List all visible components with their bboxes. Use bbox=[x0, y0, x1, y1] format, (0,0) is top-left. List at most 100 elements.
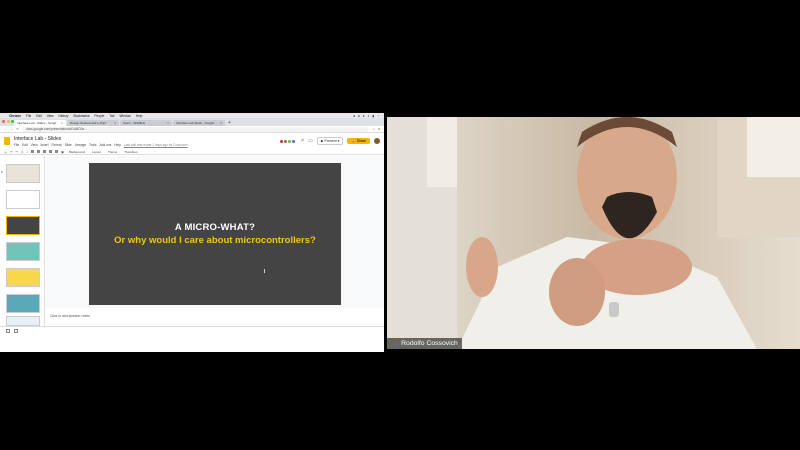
share-label: Share bbox=[356, 139, 366, 143]
menubar-item-people[interactable]: People bbox=[94, 114, 104, 118]
menu-help[interactable]: Help bbox=[114, 143, 121, 147]
url-field[interactable]: docs.google.com/presentation/d/1ABO2e... bbox=[22, 126, 370, 132]
menu-slide[interactable]: Slide bbox=[65, 143, 72, 147]
browser-tab-3[interactable]: Zoom - WiFiBLE × bbox=[120, 120, 172, 126]
google-slides-logo-icon[interactable] bbox=[4, 137, 10, 145]
menubar-item-tab[interactable]: Tab bbox=[109, 114, 114, 118]
new-slide-icon[interactable]: ＋ bbox=[4, 150, 7, 154]
menubar-item-history[interactable]: History bbox=[59, 114, 69, 118]
menu-edit[interactable]: Edit bbox=[22, 143, 28, 147]
slide-thumbnail[interactable] bbox=[6, 164, 40, 183]
print-icon[interactable]: ⎙ bbox=[21, 150, 23, 154]
slide-thumbnail[interactable] bbox=[6, 268, 40, 287]
menu-arrange[interactable]: Arrange bbox=[75, 143, 86, 147]
tab-label: Zoom - WiFiBLE bbox=[123, 121, 146, 125]
slide-thumbnail-selected[interactable] bbox=[6, 216, 40, 235]
slide-thumbnail[interactable] bbox=[6, 316, 40, 326]
slides-header: Interface Lab - Slides File Edit View In… bbox=[0, 133, 384, 149]
menubar-item-window[interactable]: Window bbox=[120, 114, 131, 118]
user-avatar[interactable] bbox=[374, 138, 380, 144]
menu-file[interactable]: File bbox=[14, 143, 19, 147]
close-tab-icon[interactable]: × bbox=[114, 121, 116, 125]
slides-menu: File Edit View Insert Format Slide Arran… bbox=[14, 143, 188, 147]
zoom-icon[interactable]: ⌕ bbox=[26, 150, 28, 154]
menubar-item-file[interactable]: File bbox=[26, 114, 31, 118]
tab-label: Interface Lab - Slides - Googl bbox=[17, 121, 57, 125]
filmstrip-view-icon[interactable] bbox=[14, 328, 18, 333]
browser-tab-slides[interactable]: Interface Lab - Slides - Googl × bbox=[14, 120, 66, 126]
background-button[interactable]: Background bbox=[67, 150, 87, 154]
collaborator-avatars bbox=[278, 138, 296, 144]
menubar-item-bookmarks[interactable]: Bookmarks bbox=[73, 114, 89, 118]
menu-tools[interactable]: Tools bbox=[89, 143, 96, 147]
slide-title[interactable]: A MICRO-WHAT? bbox=[175, 222, 255, 233]
close-tab-icon[interactable]: × bbox=[167, 121, 169, 125]
grid-view-icon[interactable] bbox=[6, 328, 10, 333]
current-slide[interactable]: A MICRO-WHAT? Or why would I care about … bbox=[89, 163, 341, 305]
slide-thumbnail[interactable] bbox=[6, 190, 40, 209]
menu-view[interactable]: View bbox=[31, 143, 38, 147]
minimize-window-icon[interactable] bbox=[6, 120, 10, 123]
layout-button[interactable]: Layout bbox=[90, 150, 103, 154]
browser-tabbar: Interface Lab - Slides - Googl × Design S… bbox=[0, 118, 384, 126]
close-window-icon[interactable] bbox=[2, 120, 5, 123]
speaker-notes-placeholder: Click to add speaker notes bbox=[50, 314, 90, 318]
slides-editor: 8 A MICRO-WHAT? Or why would I care abou… bbox=[0, 156, 384, 352]
present-button[interactable]: ▶ Present ▾ bbox=[316, 137, 344, 145]
new-tab-icon[interactable]: + bbox=[226, 120, 233, 126]
slide-canvas-area: A MICRO-WHAT? Or why would I care about … bbox=[46, 156, 384, 326]
tab-label: Design Student and e-Prjct bbox=[70, 121, 106, 125]
activity-icon[interactable]: ↗ bbox=[300, 138, 304, 144]
participant-video bbox=[387, 117, 800, 349]
url-text: docs.google.com/presentation/d/1ABO2e... bbox=[26, 127, 87, 131]
slide-thumbnail[interactable] bbox=[6, 242, 40, 261]
address-bar: ← → ↻ docs.google.com/presentation/d/1AB… bbox=[0, 126, 384, 133]
window-controls bbox=[2, 120, 14, 123]
select-tool-icon[interactable] bbox=[31, 150, 35, 153]
maximize-window-icon[interactable] bbox=[11, 120, 14, 123]
redo-icon[interactable]: ↷ bbox=[16, 150, 19, 154]
browser-tab-4[interactable]: Interface Lab Week - Google × bbox=[173, 120, 225, 126]
bookmark-star-icon[interactable]: ☆ bbox=[372, 127, 375, 131]
last-edit-link[interactable]: Last edit was made 2 days ago by Cossovi… bbox=[124, 143, 188, 147]
back-icon[interactable]: ← bbox=[4, 127, 7, 131]
mouse-cursor-icon bbox=[264, 269, 267, 273]
undo-icon[interactable]: ↶ bbox=[10, 150, 13, 154]
slide-subtitle[interactable]: Or why would I care about microcontrolle… bbox=[114, 235, 316, 246]
reload-icon[interactable]: ↻ bbox=[16, 127, 19, 131]
browser-tab-2[interactable]: Design Student and e-Prjct × bbox=[67, 120, 119, 126]
menu-insert[interactable]: Insert bbox=[41, 143, 49, 147]
image-tool-icon[interactable] bbox=[43, 150, 47, 153]
speaker-video-frame bbox=[387, 117, 800, 349]
connection-signal-icon bbox=[391, 340, 399, 347]
menu-format[interactable]: Format bbox=[51, 143, 61, 147]
transition-button[interactable]: Transition bbox=[122, 150, 139, 154]
shape-tool-icon[interactable] bbox=[49, 150, 53, 153]
speaker-notes[interactable]: Click to add speaker notes bbox=[46, 308, 384, 326]
forward-icon[interactable]: → bbox=[10, 127, 13, 131]
present-label: Present bbox=[324, 139, 337, 143]
slide-filmstrip: 8 bbox=[0, 156, 45, 326]
shared-screen: Chrome File Edit View History Bookmarks … bbox=[0, 113, 384, 352]
comments-icon[interactable]: ▭ bbox=[308, 138, 313, 144]
document-title[interactable]: Interface Lab - Slides bbox=[14, 136, 188, 142]
comment-add-icon[interactable]: ▣ bbox=[61, 150, 64, 154]
avatar[interactable] bbox=[290, 138, 296, 144]
share-button[interactable]: 🔒 Share bbox=[347, 138, 370, 144]
menubar-app-name[interactable]: Chrome bbox=[9, 114, 21, 118]
menubar-item-edit[interactable]: Edit bbox=[36, 114, 42, 118]
menubar-item-view[interactable]: View bbox=[47, 114, 54, 118]
close-tab-icon[interactable]: × bbox=[61, 121, 63, 125]
participant-name-tag: Rodolfo Cossovich bbox=[387, 338, 462, 349]
menubar-item-help[interactable]: Help bbox=[136, 114, 143, 118]
speaker-name: Rodolfo Cossovich bbox=[401, 340, 458, 347]
thumb-number: 8 bbox=[1, 170, 3, 174]
menu-addons[interactable]: Add-ons bbox=[99, 143, 111, 147]
tab-label: Interface Lab Week - Google bbox=[176, 121, 215, 125]
slide-thumbnail[interactable] bbox=[6, 294, 40, 313]
line-tool-icon[interactable] bbox=[55, 150, 59, 153]
theme-button[interactable]: Theme bbox=[106, 150, 119, 154]
profile-icon[interactable]: ● bbox=[378, 127, 380, 131]
textbox-tool-icon[interactable] bbox=[37, 150, 41, 153]
close-tab-icon[interactable]: × bbox=[220, 121, 222, 125]
